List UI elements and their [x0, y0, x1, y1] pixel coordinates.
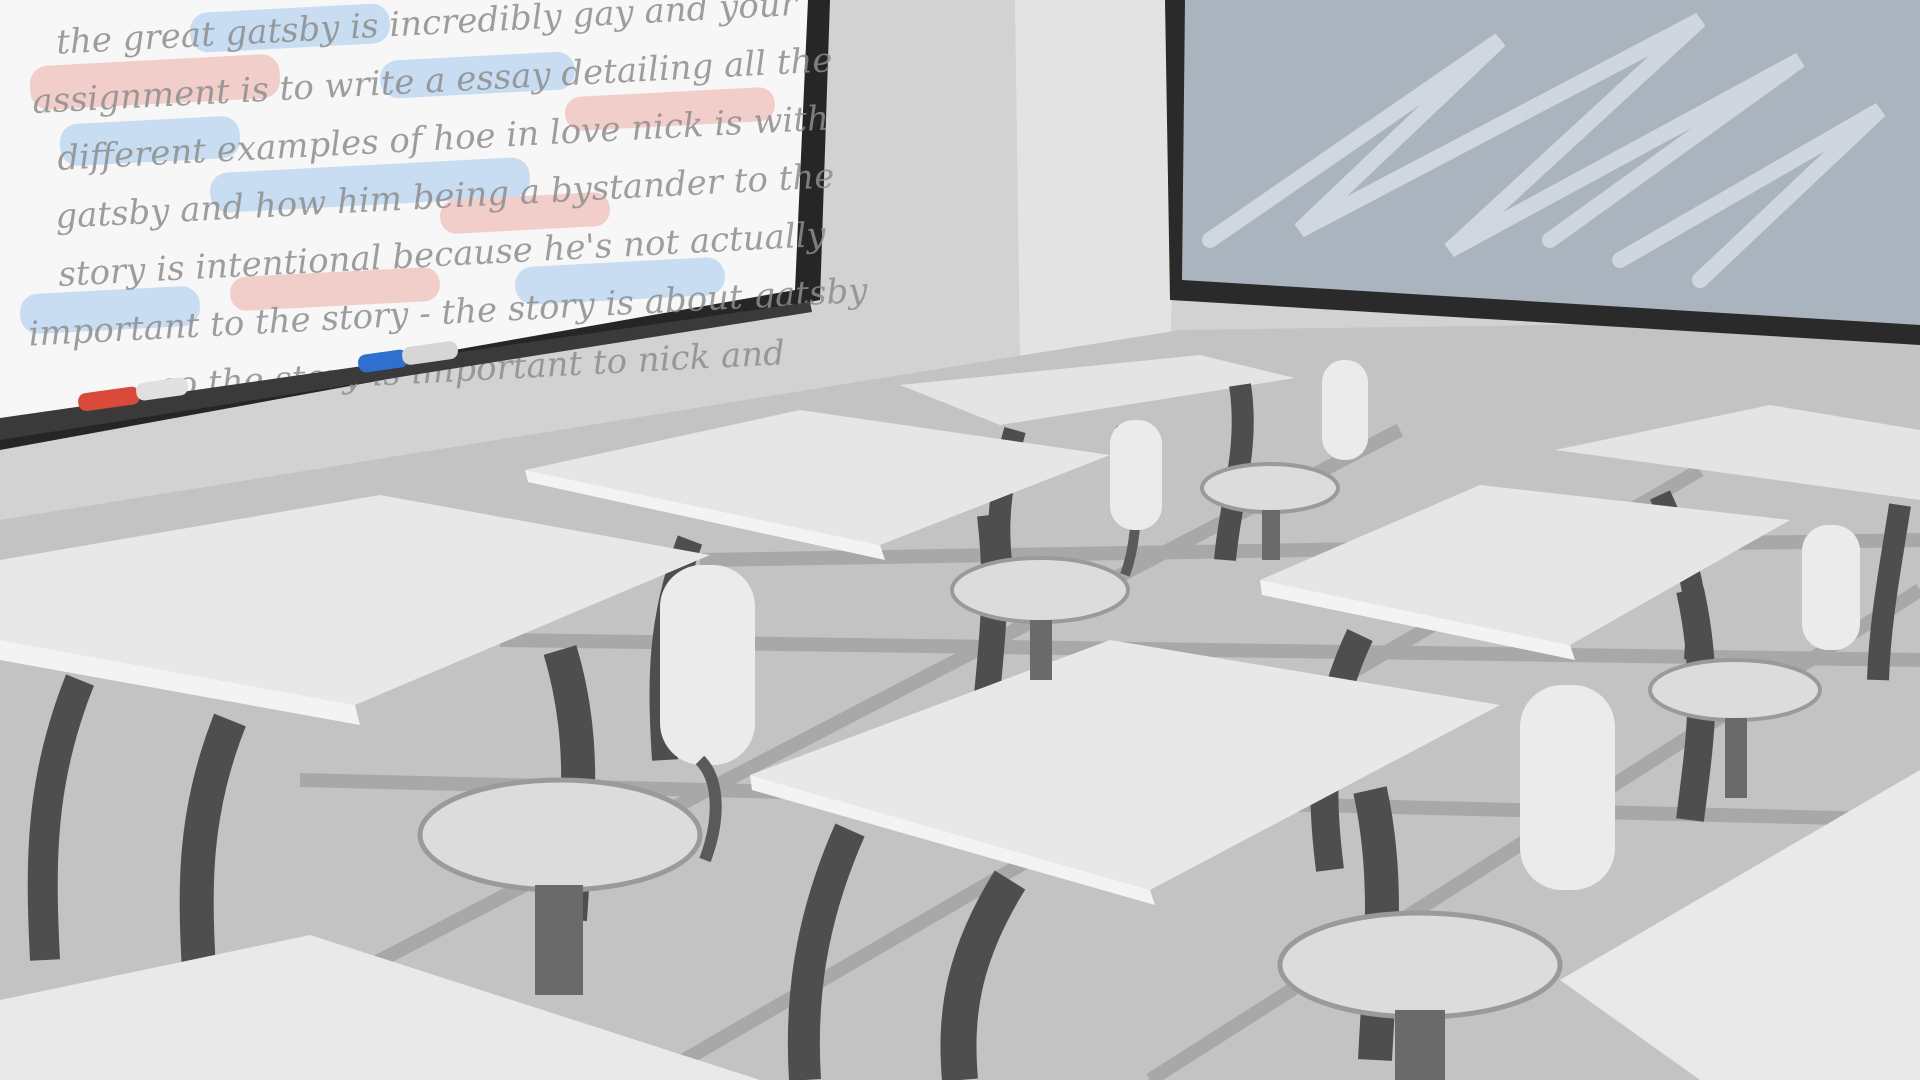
- classroom-scene: the great gatsby is incredibly gay and y…: [0, 0, 1920, 1080]
- window: [1165, 0, 1920, 345]
- classroom-background: the great gatsby is incredibly gay and y…: [0, 0, 1920, 1080]
- pillar: [1015, 0, 1180, 360]
